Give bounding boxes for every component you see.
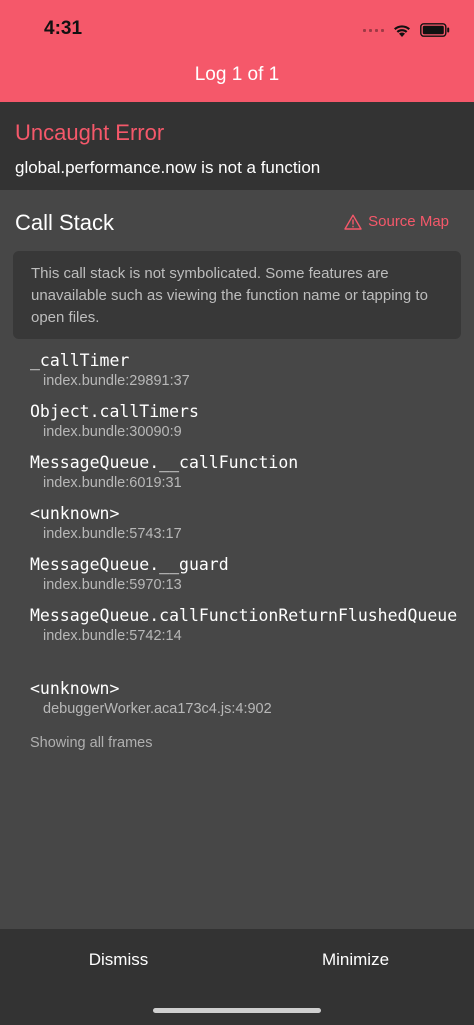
warning-icon	[344, 214, 362, 230]
frame-function-name: _callTimer	[30, 351, 130, 370]
battery-icon	[420, 23, 450, 37]
stack-frame[interactable]: _callTimer index.bundle:29891:37	[30, 350, 460, 389]
frame-location: index.bundle:30090:9	[43, 424, 182, 440]
frame-location: index.bundle:5742:14	[43, 628, 182, 644]
frame-function-name: <unknown>	[30, 679, 120, 698]
cellular-signal-icon	[363, 28, 384, 32]
call-stack-title: Call Stack	[15, 210, 115, 235]
dismiss-button[interactable]: Dismiss	[0, 930, 237, 990]
symbolication-notice: This call stack is not symbolicated. Som…	[13, 251, 461, 339]
frame-function-name: <unknown>	[30, 504, 120, 523]
stack-frame[interactable]: <unknown> debuggerWorker.aca173c4.js:4:9…	[30, 678, 460, 717]
wifi-icon	[394, 24, 410, 37]
frame-location: index.bundle:6019:31	[43, 475, 182, 491]
error-message: global.performance.now is not a function	[15, 158, 321, 177]
frame-location: index.bundle:5743:17	[43, 526, 182, 542]
home-indicator	[153, 1008, 321, 1013]
stack-frame[interactable]: MessageQueue.__guard index.bundle:5970:1…	[30, 554, 460, 593]
source-map-button[interactable]: Source Map	[344, 213, 449, 230]
minimize-button[interactable]: Minimize	[237, 930, 474, 990]
source-map-label: Source Map	[368, 213, 449, 230]
log-title: Log 1 of 1	[194, 64, 280, 85]
frame-location: debuggerWorker.aca173c4.js:4:902	[43, 701, 272, 717]
frame-function-name: MessageQueue.__guard	[30, 555, 229, 574]
stack-frame[interactable]: <unknown> index.bundle:5743:17	[30, 503, 460, 542]
header-bar: 4:31 Log 1 of 1	[0, 0, 474, 102]
frame-location: index.bundle:29891:37	[43, 373, 190, 389]
status-time: 4:31	[44, 18, 83, 39]
frame-location: index.bundle:5970:13	[43, 577, 182, 593]
stack-frame[interactable]: Object.callTimers index.bundle:30090:9	[30, 401, 460, 440]
frame-function-name: MessageQueue.callFunctionReturnFlushedQu…	[30, 606, 458, 625]
status-icons	[363, 18, 450, 42]
error-section: Uncaught Error global.performance.now is…	[0, 102, 474, 190]
stack-frame[interactable]: MessageQueue.__callFunction index.bundle…	[30, 452, 460, 491]
frame-function-name: MessageQueue.__callFunction	[30, 453, 299, 472]
show-frames-toggle[interactable]: Showing all frames	[30, 735, 153, 751]
error-title: Uncaught Error	[15, 120, 165, 145]
stack-frame[interactable]: MessageQueue.callFunctionReturnFlushedQu…	[30, 605, 460, 644]
frame-function-name: Object.callTimers	[30, 402, 199, 421]
